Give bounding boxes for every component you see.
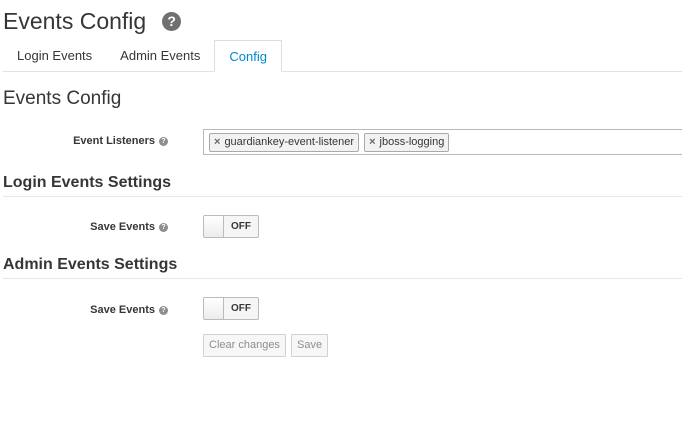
help-icon[interactable]: ? bbox=[159, 222, 168, 232]
toggle-state: OFF bbox=[231, 221, 251, 232]
event-listeners-input[interactable]: × guardiankey-event-listener × jboss-log… bbox=[203, 129, 682, 155]
login-events-settings-title: Login Events Settings bbox=[3, 174, 682, 197]
admin-save-events-label: Save Events ? bbox=[90, 304, 168, 316]
page-title: Events Config bbox=[3, 7, 147, 34]
toggle-state: OFF bbox=[231, 303, 251, 314]
section-title: Events Config bbox=[3, 88, 122, 109]
login-save-events-label-text: Save Events bbox=[90, 221, 155, 233]
tag-guardiankey: × guardiankey-event-listener bbox=[209, 132, 360, 152]
tag-label: jboss-logging bbox=[379, 136, 445, 148]
login-save-events-label: Save Events ? bbox=[90, 221, 168, 233]
admin-save-events-label-text: Save Events bbox=[90, 304, 155, 316]
login-save-events-toggle[interactable]: OFF bbox=[203, 215, 259, 238]
admin-events-settings-title: Admin Events Settings bbox=[3, 256, 682, 279]
question-circle-icon[interactable]: ? bbox=[162, 11, 182, 31]
help-icon[interactable]: ? bbox=[159, 305, 168, 315]
event-listeners-label: Event Listeners ? bbox=[73, 135, 168, 147]
tag-jboss-logging: × jboss-logging bbox=[364, 132, 450, 152]
tab-config[interactable]: Config bbox=[214, 40, 282, 72]
tab-login-events[interactable]: Login Events bbox=[3, 40, 106, 71]
tag-label: guardiankey-event-listener bbox=[224, 136, 355, 148]
tab-admin-events[interactable]: Admin Events bbox=[106, 40, 214, 71]
remove-tag-icon[interactable]: × bbox=[214, 136, 220, 148]
toggle-knob bbox=[204, 298, 224, 319]
page-header: Events Config ? bbox=[3, 5, 182, 37]
toggle-knob bbox=[204, 216, 224, 237]
remove-tag-icon[interactable]: × bbox=[369, 136, 375, 148]
admin-save-events-toggle[interactable]: OFF bbox=[203, 297, 259, 320]
clear-changes-button[interactable]: Clear changes bbox=[203, 334, 286, 357]
help-icon[interactable]: ? bbox=[159, 136, 168, 146]
tab-bar: Login Events Admin Events Config bbox=[3, 40, 682, 72]
save-button[interactable]: Save bbox=[291, 334, 329, 357]
event-listeners-label-text: Event Listeners bbox=[73, 135, 155, 147]
